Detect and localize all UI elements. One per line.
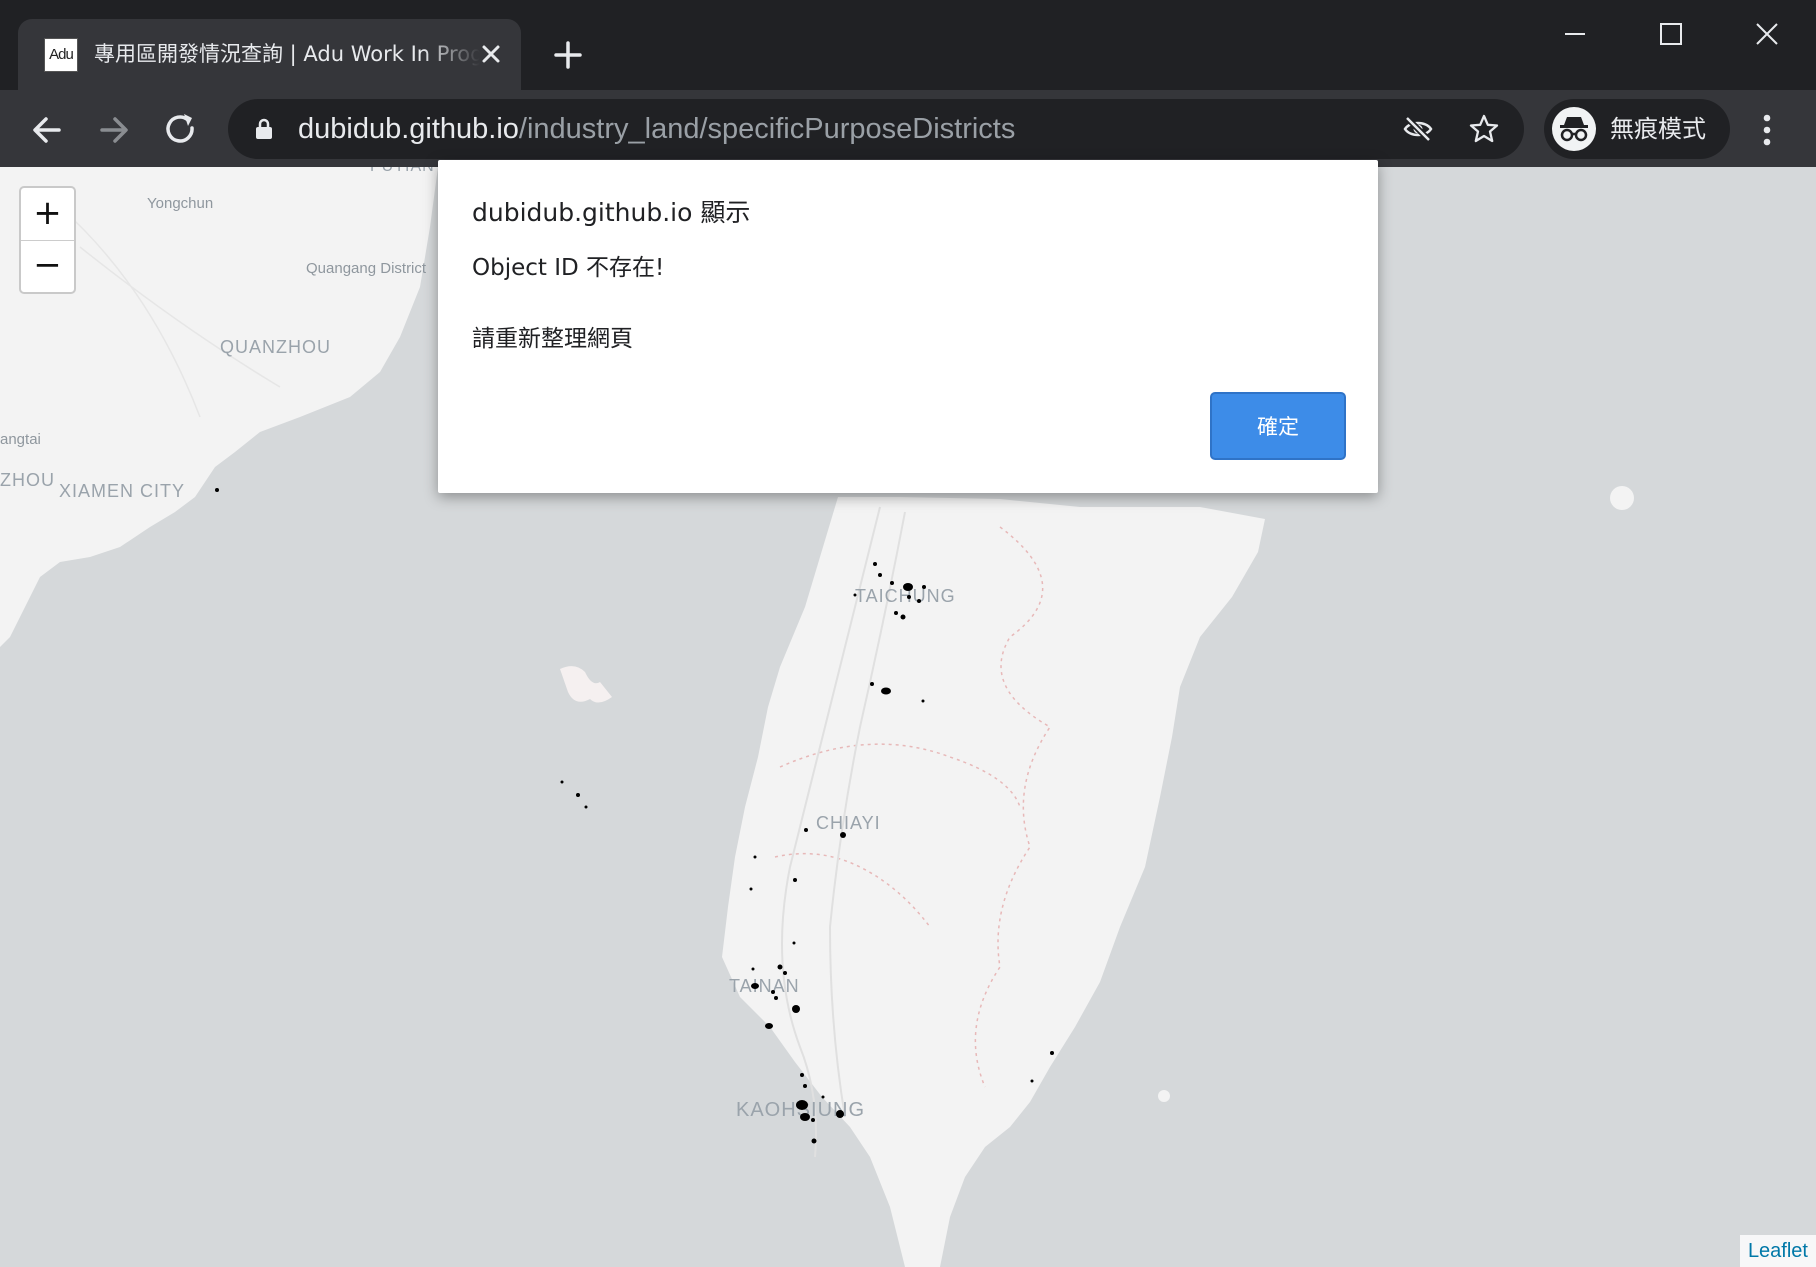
- district-marker[interactable]: [765, 1023, 773, 1029]
- more-vert-icon[interactable]: [1752, 108, 1782, 152]
- district-marker[interactable]: [840, 832, 846, 838]
- reload-icon[interactable]: [159, 108, 203, 152]
- tab-title: 專用區開發情況查詢 | Adu Work In Progress: [94, 42, 480, 66]
- browser-chrome: Adu 專用區開發情況查詢 | Adu Work In Progress: [0, 0, 1816, 167]
- minimize-icon[interactable]: [1543, 12, 1607, 56]
- district-marker[interactable]: [870, 682, 874, 686]
- back-arrow-icon[interactable]: [25, 108, 69, 152]
- district-marker[interactable]: [793, 878, 797, 882]
- toolbar: dubidub.github.io/industry_land/specific…: [0, 90, 1816, 167]
- district-marker[interactable]: [783, 971, 787, 975]
- district-marker[interactable]: [777, 964, 783, 970]
- dialog-title: dubidub.github.io 顯示: [472, 198, 751, 227]
- district-marker[interactable]: [215, 488, 219, 492]
- maximize-icon[interactable]: [1639, 12, 1703, 56]
- zoom-control: + −: [19, 186, 76, 294]
- forward-arrow-icon[interactable]: [92, 108, 136, 152]
- district-marker[interactable]: [800, 1073, 804, 1077]
- incognito-label: 無痕模式: [1610, 115, 1706, 143]
- district-marker[interactable]: [751, 967, 755, 971]
- district-marker[interactable]: [873, 562, 877, 566]
- zoom-in-button[interactable]: +: [21, 188, 74, 241]
- district-marker[interactable]: [751, 983, 759, 989]
- district-marker[interactable]: [753, 855, 757, 859]
- district-marker[interactable]: [796, 1100, 808, 1110]
- district-marker[interactable]: [900, 614, 906, 620]
- district-marker[interactable]: [584, 805, 588, 809]
- plus-icon[interactable]: [548, 37, 588, 73]
- incognito-icon: [1552, 107, 1596, 151]
- zoom-out-button[interactable]: −: [21, 240, 74, 292]
- active-tab[interactable]: Adu 專用區開發情況查詢 | Adu Work In Progress: [18, 19, 521, 90]
- district-marker[interactable]: [792, 1005, 800, 1013]
- district-marker[interactable]: [560, 780, 564, 784]
- district-marker[interactable]: [881, 687, 891, 695]
- district-marker[interactable]: [803, 1084, 807, 1088]
- district-marker[interactable]: [853, 593, 857, 597]
- tab-favicon: Adu: [44, 38, 78, 72]
- eye-off-icon[interactable]: [1402, 113, 1434, 145]
- district-marker[interactable]: [792, 941, 796, 945]
- district-marker[interactable]: [821, 1095, 825, 1099]
- district-marker[interactable]: [921, 699, 925, 703]
- district-marker[interactable]: [774, 996, 778, 1000]
- district-marker[interactable]: [811, 1118, 815, 1122]
- district-marker[interactable]: [804, 828, 808, 832]
- ok-button[interactable]: 確定: [1210, 392, 1346, 460]
- url-host: dubidub.github.io: [298, 113, 519, 145]
- district-marker[interactable]: [894, 611, 898, 615]
- dialog-message-line2: 請重新整理網頁: [472, 326, 633, 352]
- district-marker[interactable]: [771, 990, 775, 994]
- star-icon[interactable]: [1468, 113, 1500, 145]
- district-marker[interactable]: [922, 585, 926, 589]
- district-marker[interactable]: [576, 793, 580, 797]
- leaflet-attribution-link[interactable]: Leaflet: [1739, 1235, 1816, 1267]
- district-marker[interactable]: [903, 583, 913, 591]
- district-marker[interactable]: [878, 573, 882, 577]
- district-marker[interactable]: [907, 595, 911, 599]
- dialog-message-line1: Object ID 不存在!: [472, 255, 665, 281]
- tab-strip: Adu 專用區開發情況查詢 | Adu Work In Progress: [0, 0, 1816, 90]
- district-marker[interactable]: [811, 1138, 817, 1144]
- district-marker[interactable]: [749, 887, 753, 891]
- district-marker[interactable]: [1050, 1051, 1054, 1055]
- alert-dialog: dubidub.github.io 顯示 Object ID 不存在! 請重新整…: [438, 160, 1378, 493]
- close-icon[interactable]: [476, 39, 506, 69]
- district-marker[interactable]: [800, 1113, 810, 1121]
- url-path: /industry_land/specificPurposeDistricts: [518, 113, 1016, 145]
- url-text[interactable]: dubidub.github.io/industry_land/specific…: [298, 112, 1015, 146]
- window-close-icon[interactable]: [1735, 12, 1799, 56]
- address-bar[interactable]: dubidub.github.io/industry_land/specific…: [228, 99, 1524, 159]
- district-marker[interactable]: [890, 581, 894, 585]
- district-marker[interactable]: [1030, 1079, 1034, 1083]
- lock-icon[interactable]: [252, 117, 276, 141]
- incognito-indicator[interactable]: 無痕模式: [1544, 99, 1730, 159]
- district-marker[interactable]: [917, 599, 921, 603]
- district-marker[interactable]: [836, 1110, 844, 1118]
